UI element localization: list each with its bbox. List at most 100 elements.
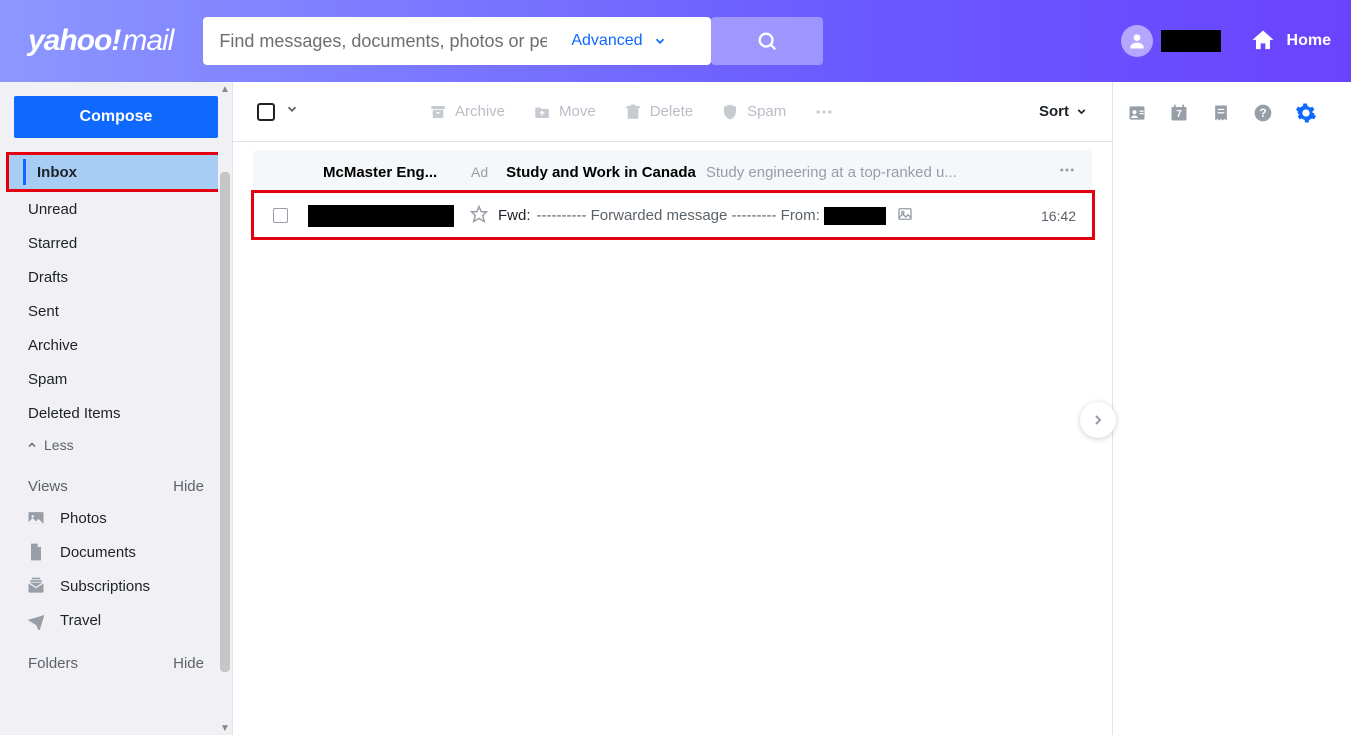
app-header: yahoo!mail Advanced Home [0, 0, 1351, 82]
select-dropdown[interactable] [285, 102, 299, 121]
view-documents[interactable]: Documents [0, 535, 232, 569]
email-time: 16:42 [1028, 208, 1076, 224]
folder-archive[interactable]: Archive [0, 328, 232, 362]
email-subject: Fwd: [498, 207, 531, 224]
folder-unread[interactable]: Unread [0, 192, 232, 226]
view-travel-label: Travel [60, 612, 101, 629]
more-button[interactable] [814, 102, 834, 122]
folder-inbox[interactable]: Inbox [9, 155, 219, 189]
yahoo-mail-logo: yahoo!mail [28, 24, 173, 58]
scroll-down-arrow[interactable]: ▼ [218, 721, 232, 735]
subscriptions-icon [26, 576, 46, 596]
email-row[interactable]: Fwd: ---------- Forwarded message ------… [253, 194, 1092, 238]
view-photos-label: Photos [60, 510, 107, 527]
advanced-search-link[interactable]: Advanced [563, 32, 674, 50]
folders-hide[interactable]: Hide [173, 655, 204, 672]
email-checkbox[interactable] [273, 208, 288, 223]
notepad-button[interactable] [1211, 103, 1231, 128]
travel-icon [26, 610, 46, 630]
star-icon [470, 205, 488, 223]
svg-text:?: ? [1259, 107, 1266, 120]
view-subscriptions-label: Subscriptions [60, 578, 150, 595]
view-travel[interactable]: Travel [0, 603, 232, 637]
search-input[interactable] [203, 31, 563, 52]
move-icon [533, 103, 551, 121]
contacts-icon [1127, 103, 1147, 123]
more-icon [814, 102, 834, 122]
search-bar: Advanced [203, 17, 711, 65]
select-all-checkbox[interactable] [257, 103, 275, 121]
help-icon: ? [1253, 103, 1273, 123]
right-panel: 7 ? [1113, 82, 1351, 735]
more-icon [1058, 161, 1076, 179]
main-area: Archive Move Delete Spam [232, 82, 1351, 735]
contacts-button[interactable] [1127, 103, 1147, 128]
folder-sent[interactable]: Sent [0, 294, 232, 328]
star-button[interactable] [470, 205, 488, 227]
chevron-up-icon [26, 439, 38, 451]
delete-button[interactable]: Delete [624, 103, 693, 121]
person-icon [1127, 31, 1147, 51]
search-button[interactable] [711, 17, 823, 65]
help-button[interactable]: ? [1253, 103, 1273, 128]
views-hide[interactable]: Hide [173, 478, 204, 495]
sidebar-scrollbar[interactable]: ▲ ▼ [218, 82, 232, 735]
ad-row[interactable]: McMaster Eng... Ad Study and Work in Can… [253, 150, 1092, 194]
folder-starred[interactable]: Starred [0, 226, 232, 260]
folder-drafts[interactable]: Drafts [0, 260, 232, 294]
compose-button[interactable]: Compose [14, 96, 218, 138]
archive-icon [429, 103, 447, 121]
notepad-icon [1211, 103, 1231, 123]
archive-label: Archive [455, 103, 505, 120]
scrollbar-thumb[interactable] [220, 172, 230, 672]
avatar [1121, 25, 1153, 57]
move-label: Move [559, 103, 596, 120]
message-list-column: Archive Move Delete Spam [233, 82, 1113, 735]
spam-label: Spam [747, 103, 786, 120]
home-icon [1249, 27, 1277, 55]
snippet-text: ---------- Forwarded message --------- F… [537, 207, 820, 224]
calendar-badge: 7 [1169, 109, 1189, 120]
ad-sender: McMaster Eng... [323, 164, 453, 181]
view-documents-label: Documents [60, 544, 136, 561]
chevron-down-icon [653, 34, 667, 48]
body: Compose Inbox Unread Starred Drafts Sent… [0, 82, 1351, 735]
spam-button[interactable]: Spam [721, 103, 786, 121]
move-button[interactable]: Move [533, 103, 596, 121]
account-menu[interactable] [1121, 25, 1221, 57]
folder-list: Inbox Unread Starred Drafts Sent Archive… [0, 152, 232, 460]
ad-title: Study and Work in Canada [506, 164, 696, 181]
view-photos[interactable]: Photos [0, 501, 232, 535]
ad-tag: Ad [471, 164, 488, 180]
trash-icon [624, 103, 642, 121]
folder-spam[interactable]: Spam [0, 362, 232, 396]
folders-header: Folders Hide [0, 637, 232, 678]
expand-panel-button[interactable] [1080, 402, 1116, 438]
scroll-up-arrow[interactable]: ▲ [218, 82, 232, 96]
calendar-button[interactable]: 7 [1169, 103, 1189, 128]
photos-icon [26, 508, 46, 528]
home-label: Home [1287, 32, 1331, 50]
view-subscriptions[interactable]: Subscriptions [0, 569, 232, 603]
shield-icon [721, 103, 739, 121]
collapse-folders[interactable]: Less [0, 430, 232, 460]
ad-more-button[interactable] [1058, 161, 1076, 183]
archive-button[interactable]: Archive [429, 103, 505, 121]
settings-button[interactable] [1295, 102, 1317, 129]
logo-bold: yahoo! [28, 24, 120, 58]
search-icon [756, 30, 778, 52]
less-label: Less [44, 437, 74, 453]
views-label: Views [28, 478, 68, 495]
delete-label: Delete [650, 103, 693, 120]
views-header: Views Hide [0, 460, 232, 501]
sort-label: Sort [1039, 103, 1069, 120]
folders-label: Folders [28, 655, 78, 672]
sort-button[interactable]: Sort [1039, 103, 1088, 120]
advanced-label: Advanced [571, 32, 642, 50]
chevron-down-icon [1075, 105, 1088, 118]
documents-icon [26, 542, 46, 562]
list-toolbar: Archive Move Delete Spam [233, 82, 1112, 142]
chevron-right-icon [1090, 412, 1106, 428]
folder-deleted[interactable]: Deleted Items [0, 396, 232, 430]
home-button[interactable]: Home [1249, 27, 1331, 55]
